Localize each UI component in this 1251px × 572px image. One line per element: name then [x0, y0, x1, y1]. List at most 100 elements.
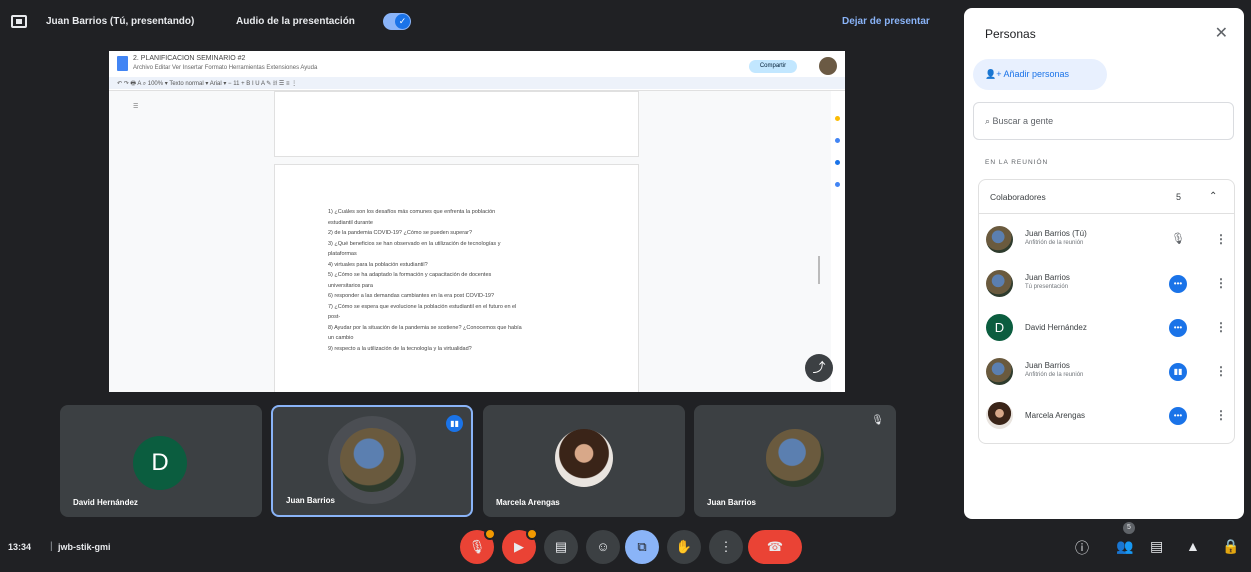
doc-scrollbar: [818, 256, 820, 284]
doc-text-line: plataformas: [328, 251, 357, 257]
add-people-label: Añadir personas: [1003, 69, 1070, 79]
present-button[interactable]: ⧉: [625, 530, 659, 564]
more-options-icon[interactable]: ⋮: [1215, 320, 1227, 334]
doc-text-line: 9) respecto a la utilización de la tecno…: [328, 345, 472, 352]
outline-icon: ☰: [133, 104, 139, 110]
more-options-icon[interactable]: ⋮: [1215, 364, 1227, 378]
doc-title: 2. PLANIFICACION SEMINARIO #2: [133, 55, 246, 62]
doc-text-line: 2) de la pandemia COVID-19? ¿Cómo se pue…: [328, 230, 472, 236]
info-icon[interactable]: ⓘ: [1075, 538, 1089, 558]
participant-role: Anfitrión de la reunión: [1025, 240, 1084, 246]
presenter-label: Juan Barrios (Tú, presentando): [46, 16, 195, 27]
close-icon[interactable]: ✕: [1215, 23, 1228, 43]
participant-name: Marcela Arengas: [496, 498, 560, 507]
speaking-icon: ▮▮: [446, 415, 463, 432]
warning-dot: [526, 528, 538, 540]
doc-page: 1) ¿Cuáles son los desafíos más comunes …: [274, 164, 639, 392]
more-options-icon[interactable]: ⋮: [1215, 232, 1227, 246]
doc-text-line: 3) ¿Qué beneficios se han observado en l…: [328, 240, 501, 247]
doc-header: 2. PLANIFICACION SEMINARIO #2 Archivo Ed…: [109, 51, 845, 91]
participant-row[interactable]: Juan Barrios Anfitrión de la reunión ▮▮ …: [979, 352, 1236, 396]
share-float-icon[interactable]: ⤴: [805, 354, 833, 382]
panel-title: Personas: [985, 27, 1036, 41]
shared-screen: 2. PLANIFICACION SEMINARIO #2 Archivo Ed…: [109, 51, 845, 392]
people-icon[interactable]: 👥: [1116, 538, 1133, 555]
top-bar: Juan Barrios (Tú, presentando) Audio de …: [0, 0, 960, 46]
doc-text-line: 1) ¿Cuáles son los desafíos más comunes …: [328, 209, 496, 215]
participant-name: Juan Barrios: [707, 498, 756, 507]
mic-button[interactable]: 🎙: [460, 528, 496, 564]
participant-tile[interactable]: ▮▮ Juan Barrios: [271, 405, 473, 517]
doc-text-line: estudiantil durante: [328, 219, 373, 226]
participant-name: Juan Barrios: [286, 496, 335, 505]
docs-icon: [117, 56, 128, 71]
participant-tile[interactable]: D David Hernández: [60, 405, 262, 517]
more-dots-icon: •••: [1169, 319, 1187, 337]
doc-text-line: un cambio: [328, 335, 354, 341]
doc-side-panel: [831, 96, 845, 246]
more-options-icon[interactable]: ⋮: [1215, 408, 1227, 422]
avatar: [986, 226, 1013, 253]
participant-row[interactable]: Juan Barrios (Tú) Anfitrión de la reunió…: [979, 220, 1236, 264]
clock: 13:34: [8, 542, 32, 552]
chat-icon[interactable]: ▤: [1150, 538, 1163, 555]
avatar: [555, 429, 613, 487]
mic-off-icon: 🎙: [871, 415, 884, 426]
group-header[interactable]: Colaboradores 5 ⌃: [979, 180, 1234, 214]
participant-name: Juan Barrios (Tú): [1025, 229, 1087, 238]
maps-icon: [835, 182, 840, 187]
participant-tiles: D David Hernández ▮▮ Juan Barrios Marcel…: [60, 405, 896, 517]
participant-name: Marcela Arengas: [1025, 411, 1086, 420]
avatar: [986, 358, 1013, 385]
participant-row[interactable]: Juan Barrios Tú presentación ••• ⋮: [979, 264, 1236, 308]
avatar: [340, 428, 404, 492]
bottom-bar: 13:34 | jwb-stik-gmi 🎙 ▶ ▤ ☺ ⧉ ✋ ⋮ ☎ ⓘ 5…: [0, 522, 1251, 572]
avatar: [986, 270, 1013, 297]
avatar: [766, 429, 824, 487]
tasks-icon: [835, 138, 840, 143]
doc-menu-bar: Archivo Editar Ver Insertar Formato Herr…: [133, 65, 318, 71]
participant-name: David Hernández: [73, 498, 138, 507]
captions-button[interactable]: ▤: [544, 530, 578, 564]
doc-text-line: 4) virtuales para la población estudiant…: [328, 261, 428, 268]
meeting-code: jwb-stik-gmi: [58, 542, 111, 552]
presentation-audio-toggle[interactable]: [383, 13, 411, 30]
section-label: EN LA REUNIÓN: [985, 159, 1049, 166]
group-label: Colaboradores: [990, 192, 1046, 202]
more-dots-icon: •••: [1169, 407, 1187, 425]
raise-hand-button[interactable]: ✋: [667, 530, 701, 564]
doc-text-line: post-: [328, 314, 341, 320]
doc-canvas: ☰ 1) ¿Cuáles son los desafíos más comune…: [109, 91, 833, 392]
stop-presenting-button[interactable]: Dejar de presentar: [842, 16, 930, 27]
doc-share-button: Compartir: [749, 60, 797, 73]
more-dots-icon: •••: [1169, 275, 1187, 293]
search-people-input[interactable]: ⌕ Buscar a gente: [973, 102, 1234, 140]
participant-row[interactable]: Marcela Arengas ••• ⋮: [979, 396, 1236, 440]
search-placeholder: Buscar a gente: [992, 116, 1054, 126]
doc-text-line: 6) responder a las demandas cambiantes e…: [328, 293, 495, 299]
participant-name: Juan Barrios: [1025, 273, 1070, 282]
more-options-button[interactable]: ⋮: [709, 530, 743, 564]
mic-off-icon: 🎙: [1171, 233, 1185, 245]
chevron-up-icon[interactable]: ⌃: [1209, 180, 1217, 214]
participant-row[interactable]: D David Hernández ••• ⋮: [979, 308, 1236, 352]
doc-text-line: 5) ¿Cómo se ha adaptado la formación y c…: [328, 272, 492, 278]
host-controls-icon[interactable]: 🔒: [1222, 538, 1239, 555]
group-count: 5: [1176, 192, 1182, 202]
doc-body: 1) ¿Cuáles son los desafíos más comunes …: [328, 207, 598, 354]
hang-up-button[interactable]: ☎: [748, 530, 802, 564]
add-people-button[interactable]: 👤+ Añadir personas: [973, 59, 1107, 90]
participant-tile[interactable]: Marcela Arengas: [483, 405, 685, 517]
participant-name: David Hernández: [1025, 323, 1087, 332]
separator: |: [50, 541, 53, 552]
camera-button[interactable]: ▶: [502, 528, 538, 564]
activities-icon[interactable]: ▲: [1186, 538, 1200, 554]
emoji-button[interactable]: ☺: [586, 530, 620, 564]
presentation-icon: [11, 15, 27, 28]
participant-tile[interactable]: 🎙 Juan Barrios: [694, 405, 896, 517]
more-options-icon[interactable]: ⋮: [1215, 276, 1227, 290]
presentation-audio-label: Audio de la presentación: [236, 16, 355, 27]
speaking-icon: ▮▮: [1169, 363, 1187, 381]
participant-name: Juan Barrios: [1025, 361, 1070, 370]
people-panel: Personas ✕ 👤+ Añadir personas ⌕ Buscar a…: [964, 8, 1244, 519]
